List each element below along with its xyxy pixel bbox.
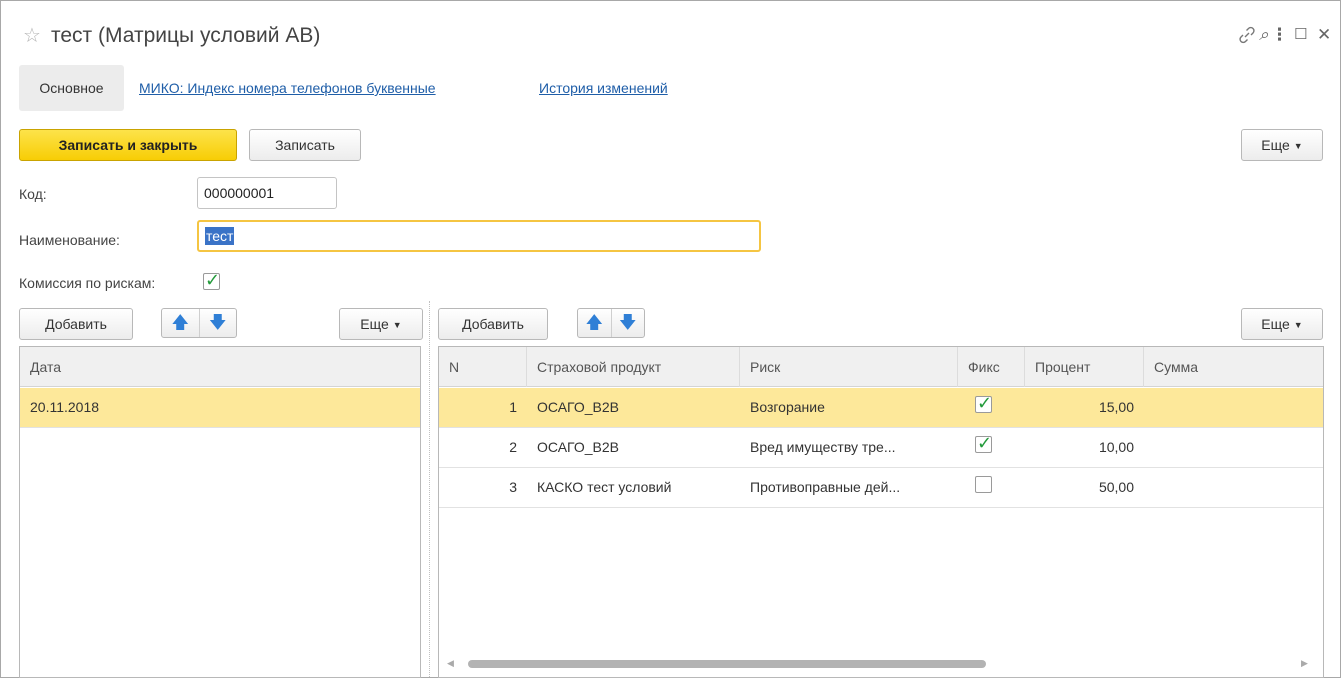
fix-checkbox[interactable]: ✓ [975,393,992,413]
horizontal-scrollbar[interactable] [468,660,986,668]
table-row[interactable]: 2 ОСАГО_B2B Вред имуществу тре... ✓ 10,0… [439,428,1323,468]
more-button[interactable]: Еще ▼ [1241,129,1323,161]
cell-n: 2 [509,439,517,455]
column-header-risk[interactable]: Риск [740,347,958,387]
save-button[interactable]: Записать [249,129,361,161]
cell-risk: Противоправные дей... [750,479,901,495]
checkmark-icon: ✓ [977,393,993,413]
scroll-left-icon[interactable]: ◀ [447,656,454,670]
table-header: Дата [20,347,420,387]
more-label: Еще [1261,316,1290,332]
more-vertical-icon[interactable]: ⋮ [1271,25,1288,45]
fix-checkbox[interactable] [975,476,992,493]
panel-divider[interactable] [429,301,430,677]
table-header: N Страховой продукт Риск Фикс Процент Су… [439,347,1323,387]
column-header-product[interactable]: Страховой продукт [527,347,740,387]
column-header-percent[interactable]: Процент [1025,347,1144,387]
column-header-date[interactable]: Дата [20,347,420,387]
star-icon[interactable]: ☆ [23,26,41,46]
cell-risk: Вред имуществу тре... [750,439,896,455]
cell-risk: Возгорание [750,399,825,415]
checkmark-icon: ✓ [977,433,993,453]
name-field[interactable]: тест [197,220,761,252]
cell-n: 1 [509,399,517,415]
nav-link-miko[interactable]: МИКО: Индекс номера телефонов буквенные [139,80,436,96]
chevron-down-icon: ▼ [392,320,402,330]
commission-label: Комиссия по рискам: [19,275,156,291]
nav-link-history[interactable]: История изменений [539,80,668,96]
cell-sum [1144,428,1323,467]
cell-percent: 10,00 [1098,439,1134,455]
table-row[interactable]: 3 КАСКО тест условий Противоправные дей.… [439,468,1323,508]
cell-n: 3 [509,479,517,495]
maximize-icon[interactable]: ☐ [1294,25,1307,45]
chevron-down-icon: ▼ [1293,141,1303,151]
table-row[interactable]: 20.11.2018 [20,388,420,428]
name-label: Наименование: [19,232,120,248]
code-field[interactable]: 000000001 [197,177,337,209]
cell-product: ОСАГО_B2B [537,439,619,455]
save-and-close-button[interactable]: Записать и закрыть [19,129,237,161]
right-more-button[interactable]: Еще ▼ [1241,308,1323,340]
commission-checkbox[interactable]: ✓ [203,270,220,290]
left-move-buttons: 🡅 🡇 [161,308,237,338]
right-add-button[interactable]: Добавить [438,308,548,340]
right-move-buttons: 🡅 🡇 [577,308,645,338]
column-header-sum[interactable]: Сумма [1144,347,1323,387]
code-label: Код: [19,186,47,202]
window-title: тест (Матрицы условий АВ) [51,24,321,47]
arrow-up-icon[interactable]: 🡅 [578,309,611,337]
cell-sum [1144,388,1323,427]
table-row[interactable]: 1 ОСАГО_B2B Возгорание ✓ 15,00 [439,388,1323,428]
column-header-n[interactable]: N [439,347,527,387]
conditions-table[interactable]: N Страховой продукт Риск Фикс Процент Су… [438,346,1324,678]
arrow-up-icon[interactable]: 🡅 [162,309,199,337]
cell-sum [1144,468,1323,507]
link-icon[interactable] [1237,25,1257,50]
cell-date: 20.11.2018 [30,399,100,415]
cell-product: КАСКО тест условий [537,479,672,495]
cell-product: ОСАГО_B2B [537,399,619,415]
tab-main[interactable]: Основное [19,65,124,111]
left-more-button[interactable]: Еще ▼ [339,308,423,340]
fix-checkbox[interactable]: ✓ [975,433,992,453]
link-icon[interactable]: ⌕ [1259,25,1269,45]
dates-table[interactable]: Дата 20.11.2018 [19,346,421,678]
name-value: тест [205,227,235,245]
cell-percent: 15,00 [1098,399,1134,415]
column-header-fix[interactable]: Фикс [958,347,1025,387]
scroll-right-icon[interactable]: ▶ [1301,656,1308,670]
left-add-button[interactable]: Добавить [19,308,133,340]
more-label: Еще [360,316,389,332]
form-window: ☆ тест (Матрицы условий АВ) ⌕ ⋮ ☐ ✕ Осно… [0,0,1341,678]
arrow-down-icon[interactable]: 🡇 [612,309,645,337]
checkmark-icon: ✓ [205,270,221,290]
cell-percent: 50,00 [1098,479,1134,495]
chevron-down-icon: ▼ [1293,320,1303,330]
more-label: Еще [1261,137,1290,153]
close-icon[interactable]: ✕ [1317,25,1331,45]
arrow-down-icon[interactable]: 🡇 [200,309,237,337]
